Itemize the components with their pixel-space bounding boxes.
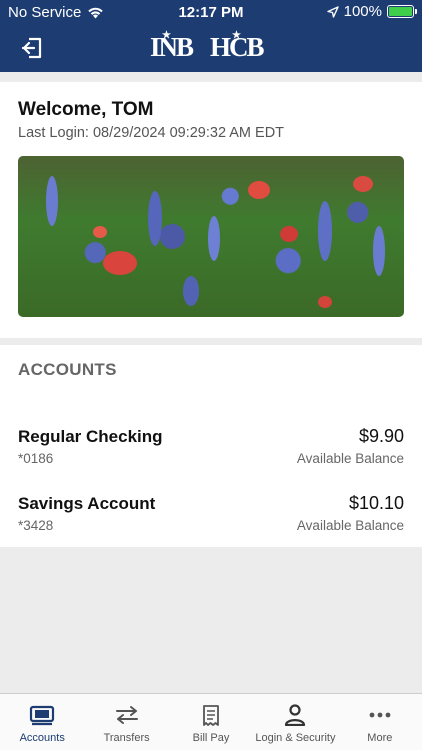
accounts-card: ACCOUNTS Regular Checking *0186 $9.90 Av… (0, 345, 422, 547)
hcb-logo: HCB ★ (210, 30, 264, 62)
accounts-section-title: ACCOUNTS (18, 360, 117, 379)
location-arrow-icon (326, 5, 339, 18)
more-dots-icon (369, 712, 391, 718)
tab-bill-pay[interactable]: Bill Pay (169, 694, 253, 750)
balance-label: Available Balance (296, 518, 404, 533)
battery-percent: 100% (343, 3, 382, 20)
bank-logos: INB ★ HCB ★ (150, 30, 265, 63)
tab-bar: Accounts Transfers Bill Pay Login & Secu… (0, 693, 422, 750)
tab-transfers[interactable]: Transfers (84, 694, 168, 750)
welcome-card: Welcome, TOM Last Login: 08/29/2024 09:2… (0, 82, 422, 338)
person-icon (285, 704, 306, 726)
tab-accounts[interactable]: Accounts (0, 694, 84, 750)
account-number: *3428 (18, 518, 54, 533)
welcome-greeting: Welcome, TOM (18, 99, 154, 120)
balance-label: Available Balance (296, 451, 404, 466)
account-balance: $9.90 (358, 426, 404, 446)
transfer-arrows-icon (115, 706, 138, 724)
app-header: No Service 12:17 PM 100% INB ★ HCB ★ (0, 0, 422, 72)
account-balance: $10.10 (348, 493, 404, 513)
status-bar: No Service 12:17 PM 100% (0, 0, 422, 24)
account-name: Savings Account (18, 494, 156, 513)
account-number: *0186 (18, 451, 54, 466)
inb-logo: INB ★ (150, 30, 194, 62)
bluebonnet-photo (18, 156, 404, 317)
battery-icon (387, 5, 417, 18)
tab-more[interactable]: More (338, 694, 422, 750)
accounts-icon (30, 705, 55, 726)
account-row-savings[interactable]: Savings Account *3428 $10.10 Available B… (18, 493, 404, 542)
logout-icon[interactable] (20, 36, 44, 60)
receipt-icon (203, 705, 219, 726)
tab-login-security[interactable]: Login & Security (253, 694, 337, 750)
account-row-checking[interactable]: Regular Checking *0186 $9.90 Available B… (18, 426, 404, 475)
account-name: Regular Checking (18, 427, 163, 446)
last-login: Last Login: 08/29/2024 09:29:32 AM EDT (18, 125, 285, 141)
